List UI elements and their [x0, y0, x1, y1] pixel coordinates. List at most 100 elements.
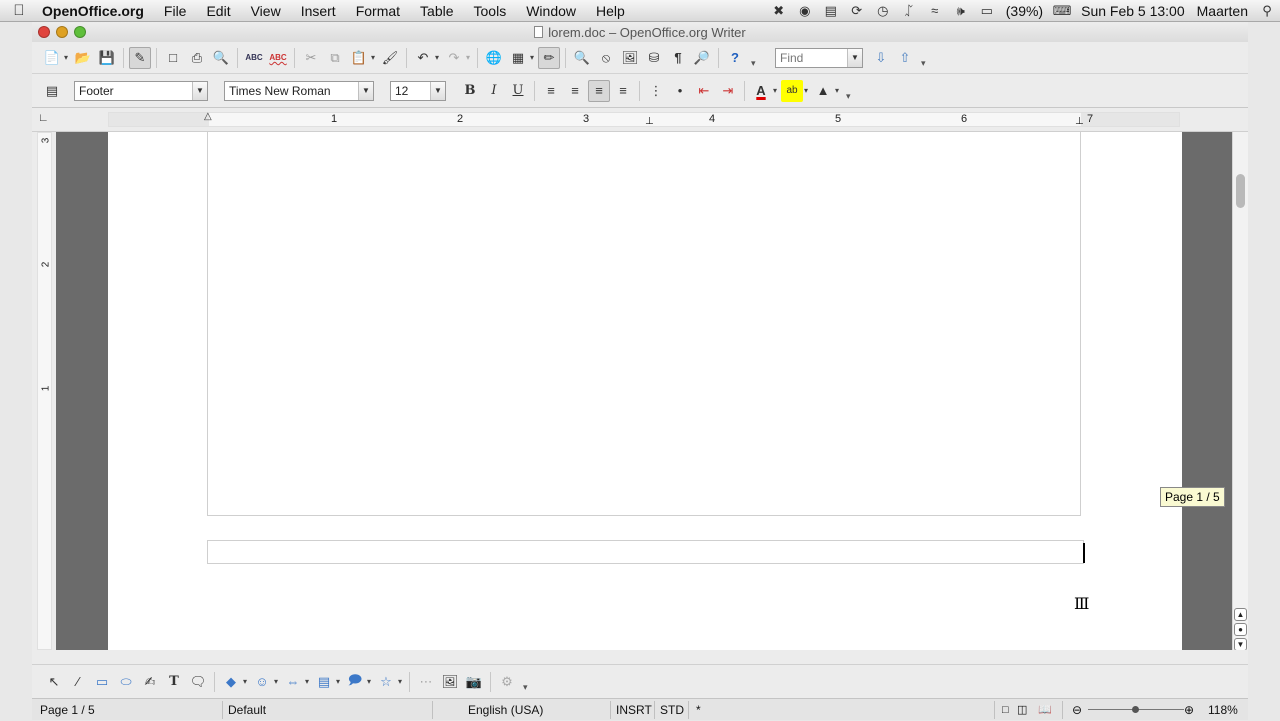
- menu-app-name[interactable]: OpenOffice.org: [38, 0, 154, 22]
- edit-file-icon[interactable]: ✎: [129, 46, 151, 69]
- vertical-ruler[interactable]: 3 2 1: [32, 132, 56, 650]
- spotlight-search-icon[interactable]: ⚲: [1254, 0, 1280, 22]
- points-icon[interactable]: ⋯: [415, 671, 437, 693]
- undo-dropdown-icon[interactable]: ▾: [433, 47, 441, 69]
- paragraph-style-combo[interactable]: Footer ▼: [74, 80, 208, 101]
- menu-file[interactable]: File: [154, 0, 197, 22]
- format-paintbrush-icon[interactable]: 🖌: [379, 47, 401, 69]
- stars-icon[interactable]: ☆: [375, 671, 397, 693]
- vertical-scrollbar[interactable]: ▲ ● ▼: [1232, 132, 1248, 651]
- menu-window[interactable]: Window: [516, 0, 586, 22]
- spellcheck-icon[interactable]: ABC: [243, 47, 265, 69]
- clock[interactable]: Sun Feb 5 13:00: [1075, 3, 1191, 19]
- show-draw-functions-icon[interactable]: ✏: [538, 46, 560, 69]
- zoom-window-button[interactable]: [74, 26, 86, 38]
- nonprinting-chars-icon[interactable]: ¶: [667, 47, 689, 69]
- highlighting-dropdown-icon[interactable]: ▾: [802, 80, 810, 102]
- new-dropdown-icon[interactable]: ▾: [62, 47, 70, 69]
- multi-page-view-icon[interactable]: ◫: [1017, 699, 1027, 721]
- document-canvas[interactable]: Ⅲ: [56, 132, 1232, 650]
- bullets-icon[interactable]: •: [669, 80, 691, 102]
- flowchart-icon[interactable]: ▤: [313, 671, 335, 693]
- find-next-icon[interactable]: ⇩: [870, 47, 892, 69]
- toolbar-overflow-icon[interactable]: ▾: [751, 47, 757, 69]
- keyboard-icon[interactable]: ⌨: [1049, 0, 1075, 22]
- book-view-icon[interactable]: 📖: [1038, 699, 1052, 721]
- find-previous-icon[interactable]: ⇧: [894, 47, 916, 69]
- background-color-dropdown-icon[interactable]: ▾: [833, 80, 841, 102]
- rectangle-icon[interactable]: ▭: [91, 671, 113, 693]
- basic-shapes-icon[interactable]: ◆: [220, 671, 242, 693]
- font-color-icon[interactable]: A: [750, 80, 772, 102]
- single-page-view-icon[interactable]: □: [1002, 699, 1009, 721]
- find-dropdown-icon[interactable]: ▼: [847, 48, 862, 67]
- gallery-icon[interactable]: 🖼: [619, 47, 641, 69]
- status-insert-mode[interactable]: INSRT: [616, 699, 652, 721]
- wifi-icon[interactable]: ≈: [922, 0, 948, 22]
- battery-icon[interactable]: ▭: [974, 0, 1000, 22]
- text-icon[interactable]: T: [163, 671, 185, 693]
- sync-icon[interactable]: ⟳: [844, 0, 870, 22]
- freeform-icon[interactable]: ✍: [139, 671, 161, 693]
- find-input[interactable]: Find ▼: [775, 47, 863, 68]
- footer-area[interactable]: [207, 540, 1085, 564]
- autospell-icon[interactable]: ABC: [267, 47, 289, 69]
- hyperlink-icon[interactable]: 🌐: [483, 47, 505, 69]
- status-page-number[interactable]: Page 1 / 5: [40, 699, 95, 721]
- document-status-icon[interactable]: ▤: [818, 0, 844, 22]
- callouts-dropdown-icon[interactable]: ▾: [365, 671, 373, 693]
- menu-edit[interactable]: Edit: [196, 0, 240, 22]
- text-boundaries[interactable]: [207, 132, 1081, 516]
- font-size-combo[interactable]: 12 ▼: [390, 80, 446, 101]
- scrollbar-thumb[interactable]: [1236, 174, 1245, 208]
- save-icon[interactable]: 💾: [96, 47, 118, 69]
- line-icon[interactable]: ∕: [67, 671, 89, 693]
- font-size-dropdown-icon[interactable]: ▼: [430, 81, 445, 100]
- right-indent-marker-icon[interactable]: ⊥: [1075, 116, 1084, 127]
- find-replace-icon[interactable]: 🔍: [571, 47, 593, 69]
- block-arrows-icon[interactable]: ⇔: [282, 671, 304, 693]
- cut-icon[interactable]: ✂: [300, 47, 322, 69]
- styles-formatting-icon[interactable]: ▤: [41, 80, 63, 102]
- zoom-icon[interactable]: 🔎: [691, 47, 713, 69]
- stars-dropdown-icon[interactable]: ▾: [396, 671, 404, 693]
- zoom-slider-knob[interactable]: [1132, 706, 1139, 713]
- symbol-shapes-dropdown-icon[interactable]: ▾: [272, 671, 280, 693]
- pdf-icon[interactable]: □: [162, 47, 184, 69]
- basic-shapes-dropdown-icon[interactable]: ▾: [241, 671, 249, 693]
- font-name-dropdown-icon[interactable]: ▼: [358, 81, 373, 100]
- menu-format[interactable]: Format: [346, 0, 410, 22]
- menu-view[interactable]: View: [241, 0, 291, 22]
- previous-page-button[interactable]: ▲: [1234, 608, 1247, 621]
- open-icon[interactable]: 📂: [72, 47, 94, 69]
- minimize-window-button[interactable]: [56, 26, 68, 38]
- paste-icon[interactable]: 📋: [348, 47, 370, 69]
- background-color-icon[interactable]: ▲: [812, 80, 834, 102]
- apple-menu-icon[interactable]: : [0, 2, 38, 19]
- callouts-icon[interactable]: 🗩: [344, 671, 366, 693]
- highlighting-icon[interactable]: ab: [781, 79, 803, 102]
- left-indent-marker-icon[interactable]: △: [204, 111, 212, 122]
- justify-icon[interactable]: ≡: [612, 80, 634, 102]
- underline-button[interactable]: U: [507, 80, 529, 102]
- align-left-icon[interactable]: ≡: [540, 80, 562, 102]
- help-icon[interactable]: ?: [724, 47, 746, 69]
- horizontal-ruler[interactable]: ∟ 1 2 3 4 5 6 7 △ ⊥ ⊥: [32, 108, 1248, 132]
- tab-type-icon[interactable]: ∟: [38, 112, 49, 124]
- volume-icon[interactable]: 🕪: [948, 0, 974, 22]
- zoom-in-icon[interactable]: ⊕: [1184, 699, 1194, 721]
- bluetooth-icon[interactable]: ᛢ: [896, 0, 922, 22]
- copy-icon[interactable]: ⧉: [324, 47, 346, 69]
- align-center-icon[interactable]: ≡: [564, 80, 586, 102]
- callout-icon[interactable]: 🗨: [187, 671, 209, 693]
- numbering-icon[interactable]: ⋮: [645, 80, 667, 102]
- italic-button[interactable]: I: [483, 80, 505, 102]
- extrusion-icon[interactable]: ⚙: [496, 671, 518, 693]
- select-icon[interactable]: ↖: [43, 671, 65, 693]
- ellipse-icon[interactable]: ⬭: [115, 671, 137, 693]
- find-toolbar-overflow-icon[interactable]: ▾: [921, 47, 927, 69]
- navigation-button[interactable]: ●: [1234, 623, 1247, 636]
- menu-help[interactable]: Help: [586, 0, 635, 22]
- paste-dropdown-icon[interactable]: ▾: [369, 47, 377, 69]
- print-preview-icon[interactable]: 🔍: [210, 47, 232, 69]
